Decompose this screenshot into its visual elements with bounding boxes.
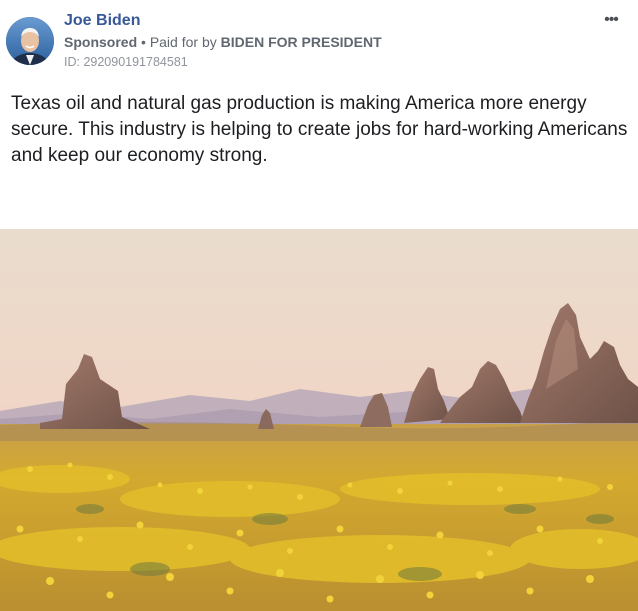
- desert-landscape-image: [0, 229, 638, 611]
- avatar[interactable]: [6, 17, 54, 65]
- ad-id: ID: 292090191784581: [64, 55, 188, 69]
- more-options-button[interactable]: •••: [596, 12, 626, 32]
- post-header: Joe Biden Sponsored • Paid for by BIDEN …: [0, 0, 638, 80]
- sponsored-label[interactable]: Sponsored: [64, 34, 137, 50]
- avatar-image: [6, 17, 54, 65]
- post-image[interactable]: [0, 229, 638, 611]
- paid-for-prefix: Paid for by: [149, 34, 217, 50]
- more-options-icon: •••: [604, 11, 619, 28]
- post-body-text: Texas oil and natural gas production is …: [11, 93, 628, 166]
- payer-name: BIDEN FOR PRESIDENT: [220, 34, 382, 50]
- separator-dot: •: [141, 34, 146, 50]
- sponsored-line: Sponsored • Paid for by BIDEN FOR PRESID…: [64, 34, 382, 50]
- page-name[interactable]: Joe Biden: [64, 12, 140, 30]
